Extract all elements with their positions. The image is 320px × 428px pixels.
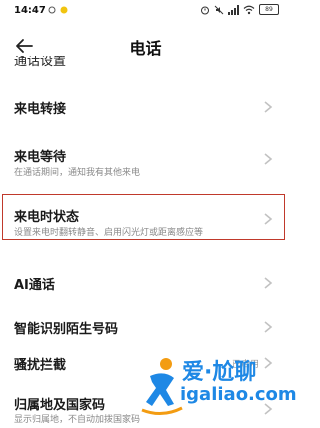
battery-icon: 89	[259, 4, 279, 15]
item-subtitle: 设置来电时翻转静音、启用闪光灯或距离感应等	[14, 228, 204, 238]
signal-icon	[228, 4, 239, 15]
watermark-url: igaliao.com	[180, 384, 297, 405]
status-time: 14:47	[14, 5, 46, 16]
item-title: 归属地及国家码	[14, 398, 106, 413]
chevron-right-icon	[264, 101, 273, 113]
wifi-icon	[243, 5, 255, 14]
list-item-call-forwarding[interactable]: 来电转接	[0, 68, 291, 142]
item-title: 来电时状态	[14, 210, 80, 225]
runner-logo-icon	[141, 358, 183, 415]
item-title: 来电转接	[14, 102, 67, 117]
item-title: AI通话	[14, 278, 55, 293]
list-item-incoming-call-status[interactable]: 来电时状态 设置来电时翻转静音、启用闪光灯或距离感应等	[0, 194, 291, 250]
item-title: 智能识别陌生号码	[14, 322, 119, 337]
item-subtitle: 在通话期间，通知我有其他来电	[14, 168, 141, 178]
clipped-list-item[interactable]: 通话设置	[0, 56, 291, 68]
status-system-icons: 89	[200, 4, 279, 15]
watermark-logo: 爱·尬聊 igaliao.com	[140, 352, 297, 420]
item-title: 骚扰拦截	[14, 358, 67, 373]
item-title: 来电等待	[14, 150, 67, 165]
list-item-smart-identify[interactable]: 智能识别陌生号码	[0, 310, 291, 344]
list-item-ai-call[interactable]: AI通话	[0, 250, 291, 310]
list-item-call-waiting[interactable]: 来电等待 在通话期间，通知我有其他来电	[0, 142, 291, 194]
chevron-right-icon	[264, 277, 273, 289]
chevron-right-icon	[264, 153, 273, 165]
mute-icon	[214, 5, 224, 14]
clipped-item-label: 通话设置	[14, 56, 67, 68]
watermark-text: 爱·尬聊	[182, 360, 257, 385]
status-bar: 14:47 89	[0, 0, 291, 24]
wechat-icon	[60, 6, 68, 14]
chevron-right-icon	[264, 213, 273, 225]
chevron-right-icon	[264, 321, 273, 333]
status-notification-icons	[48, 6, 68, 14]
notification-icon	[48, 6, 56, 14]
item-subtitle: 显示归属地，不自动加拨国家码	[14, 415, 141, 425]
alarm-icon	[201, 6, 209, 14]
